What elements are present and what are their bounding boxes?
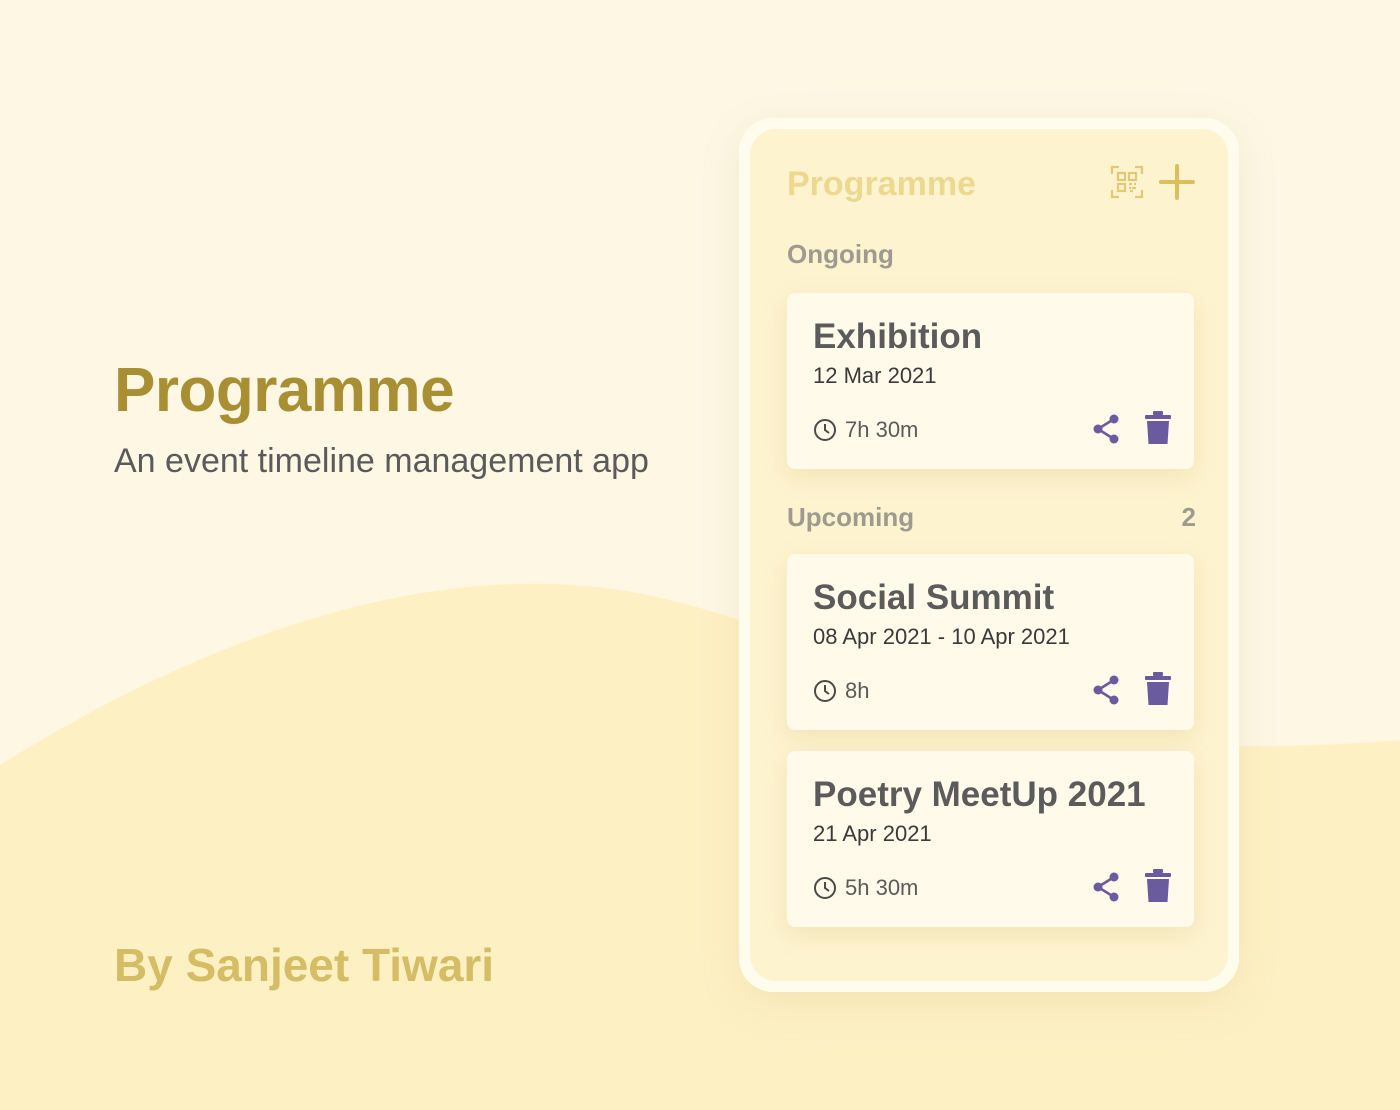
share-icon[interactable] <box>1091 871 1121 903</box>
qr-scan-icon[interactable] <box>1110 165 1144 199</box>
share-icon[interactable] <box>1091 674 1121 706</box>
event-date: 21 Apr 2021 <box>813 821 932 846</box>
app-title: Programme <box>787 165 976 203</box>
duration-text: 7h 30m <box>845 417 919 442</box>
event-card[interactable]: Social Summit 08 Apr 2021 - 10 Apr 2021 … <box>787 554 1194 730</box>
app-header: Programme <box>787 159 1204 209</box>
event-title: Exhibition <box>813 317 983 356</box>
event-date: 12 Mar 2021 <box>813 363 937 388</box>
event-duration: 7h 30m <box>813 417 918 443</box>
plus-icon[interactable] <box>1158 163 1196 201</box>
trash-icon[interactable] <box>1143 672 1173 706</box>
promo-title: Programme <box>114 356 455 425</box>
duration-text: 5h 30m <box>845 875 919 900</box>
event-title: Poetry MeetUp 2021 <box>813 775 1146 814</box>
event-duration: 5h 30m <box>813 875 918 901</box>
app-screen: Programme Ongoing Exhibition 12 Mar 2021… <box>750 129 1228 981</box>
phone-mockup: Programme Ongoing Exhibition 12 Mar 2021… <box>739 118 1239 992</box>
section-ongoing-label: Ongoing <box>787 239 894 269</box>
trash-icon[interactable] <box>1143 411 1173 445</box>
event-date: 08 Apr 2021 - 10 Apr 2021 <box>813 624 1070 649</box>
trash-icon[interactable] <box>1143 869 1173 903</box>
upcoming-count: 2 <box>1181 502 1196 532</box>
clock-icon <box>814 680 836 702</box>
clock-icon <box>814 877 836 899</box>
event-card[interactable]: Poetry MeetUp 2021 21 Apr 2021 5h 30m <box>787 751 1194 927</box>
event-title: Social Summit <box>813 578 1055 617</box>
section-upcoming-label: Upcoming <box>787 502 915 532</box>
author-credit: By Sanjeet Tiwari <box>114 939 495 991</box>
event-card[interactable]: Exhibition 12 Mar 2021 7h 30m <box>787 293 1194 469</box>
promo-block: Programme An event timeline management a… <box>114 355 649 481</box>
duration-text: 8h <box>845 678 870 703</box>
promo-subtitle: An event timeline management app <box>114 442 649 480</box>
share-icon[interactable] <box>1091 413 1121 445</box>
clock-icon <box>814 419 836 441</box>
event-duration: 8h <box>813 678 869 704</box>
